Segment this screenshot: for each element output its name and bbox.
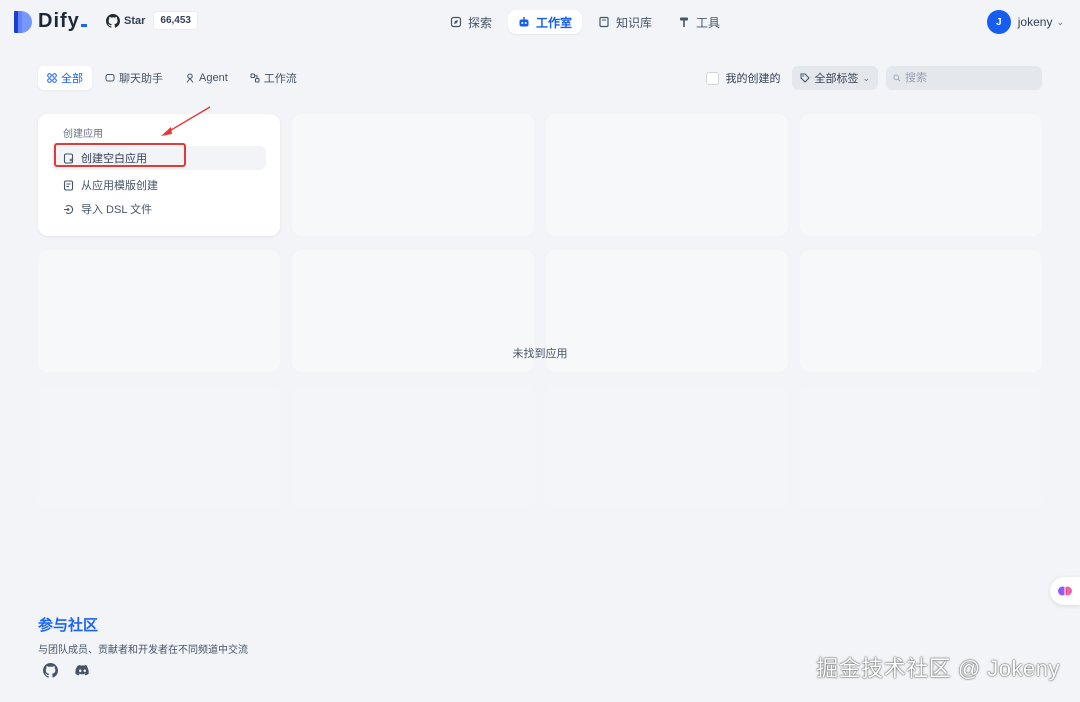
nav-studio[interactable]: 工作室 <box>508 10 583 34</box>
workflow-icon <box>250 73 260 83</box>
user-menu[interactable]: J jokeny ⌄ <box>986 10 1064 34</box>
placeholder-card <box>546 386 788 508</box>
discord-icon <box>74 664 89 675</box>
brain-icon <box>1058 586 1072 596</box>
tab-workflow[interactable]: 工作流 <box>241 66 306 90</box>
hammer-icon <box>680 17 689 27</box>
assistant-float-button[interactable] <box>1050 577 1080 605</box>
created-by-me-toggle[interactable]: 我的创建的 <box>706 70 780 86</box>
placeholder-card <box>38 386 280 508</box>
created-by-me-label: 我的创建的 <box>725 73 781 85</box>
robot-icon <box>519 17 529 27</box>
search-input[interactable] <box>905 72 1035 84</box>
tab-all-label: 全部 <box>61 73 83 85</box>
community-title: 参与社区 <box>38 617 99 634</box>
nav-knowledge-label: 知识库 <box>616 15 653 30</box>
app-type-tabs: 全部 聊天助手 Agent 工作流 <box>38 66 306 90</box>
social-links <box>42 662 90 678</box>
tab-workflow-label: 工作流 <box>263 73 297 85</box>
community-section: 参与社区 与团队成员、贡献者和开发者在不同频道中交流 <box>38 614 248 656</box>
placeholder-card <box>292 114 534 236</box>
tab-agent[interactable]: Agent <box>176 66 237 90</box>
annotation-arrow-icon <box>161 106 211 136</box>
create-from-template-label: 从应用模版创建 <box>81 180 158 192</box>
nav-knowledge[interactable]: 知识库 <box>588 10 662 34</box>
avatar: J <box>986 10 1011 34</box>
chevron-down-icon: ⌄ <box>1056 16 1064 27</box>
logo-text: Dify <box>38 10 87 33</box>
book-icon <box>599 16 609 28</box>
compass-icon <box>450 16 462 28</box>
grid-icon <box>47 73 57 83</box>
created-by-me-checkbox[interactable] <box>706 71 720 85</box>
discord-link[interactable] <box>74 662 90 678</box>
watermark-text: 掘金技术社区 @ Jokeny <box>816 656 1060 681</box>
import-dsl-label: 导入 DSL 文件 <box>81 204 153 216</box>
nav-tools[interactable]: 工具 <box>668 10 730 34</box>
dify-logo-icon <box>14 10 32 33</box>
chevron-down-icon: ⌄ <box>862 72 870 83</box>
annotation-highlight-box <box>54 143 186 167</box>
create-from-template-button[interactable]: 从应用模版创建 <box>52 173 266 197</box>
tab-agent-label: Agent <box>199 72 228 84</box>
right-filters: 我的创建的 全部标签 ⌄ <box>706 66 1042 90</box>
tab-all[interactable]: 全部 <box>38 66 92 90</box>
search-box[interactable] <box>886 66 1042 90</box>
import-icon <box>64 204 74 214</box>
import-dsl-button[interactable]: 导入 DSL 文件 <box>52 197 266 221</box>
github-icon <box>106 13 120 28</box>
chat-icon <box>105 74 115 82</box>
empty-state-text: 未找到应用 <box>512 348 568 360</box>
agent-icon <box>186 73 194 83</box>
tag-icon <box>800 73 811 83</box>
nav-tools-label: 工具 <box>696 15 721 30</box>
top-bar: Dify Star 66,453 探索 工作室 知识库 工具 J jokeny … <box>0 0 1080 44</box>
file-template-icon <box>63 179 74 191</box>
search-icon <box>893 74 901 82</box>
nav-explore-label: 探索 <box>468 15 493 30</box>
nav-studio-label: 工作室 <box>536 15 573 30</box>
placeholder-card <box>546 114 788 236</box>
dify-logo[interactable]: Dify <box>14 10 87 33</box>
main-nav: 探索 工作室 知识库 工具 <box>440 10 730 34</box>
nav-explore[interactable]: 探索 <box>440 10 502 34</box>
tag-filter-label: 全部标签 <box>814 73 859 85</box>
github-icon <box>42 662 58 678</box>
tab-chat-label: 聊天助手 <box>119 73 163 85</box>
placeholder-card <box>800 114 1042 236</box>
github-star-button[interactable]: Star 66,453 <box>106 11 198 30</box>
star-count-badge: 66,453 <box>153 11 198 30</box>
placeholder-card <box>292 386 534 508</box>
tag-filter-dropdown[interactable]: 全部标签 ⌄ <box>792 66 878 90</box>
user-name: jokeny <box>1017 15 1053 29</box>
community-desc: 与团队成员、贡献者和开发者在不同频道中交流 <box>38 645 248 656</box>
github-link[interactable] <box>42 662 58 678</box>
github-star-label: Star <box>124 14 146 27</box>
tab-chat-assistant[interactable]: 聊天助手 <box>96 66 172 90</box>
placeholder-card <box>800 386 1042 508</box>
